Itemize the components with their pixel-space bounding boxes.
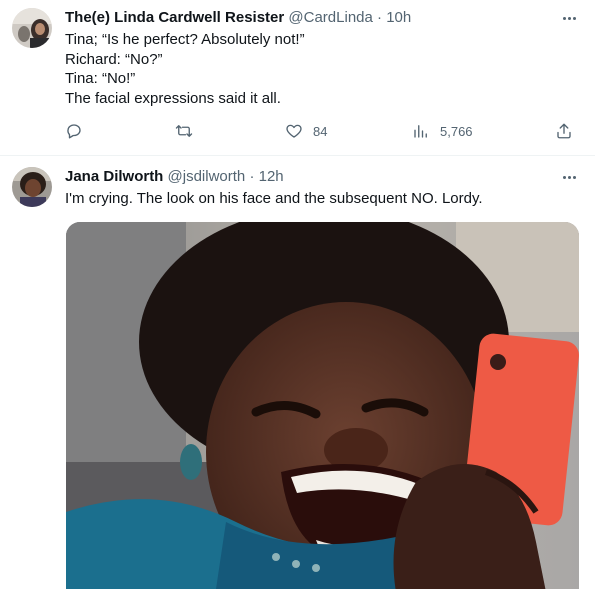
- tweet-text: I'm crying. The look on his face and the…: [65, 190, 483, 207]
- views-button[interactable]: 5,766: [412, 120, 473, 142]
- tweet-text-line: Richard: “No?”: [65, 50, 163, 68]
- user-handle[interactable]: @CardLinda: [288, 9, 372, 26]
- tweet-text-line: Tina: “No!”: [65, 70, 136, 87]
- more-options-icon[interactable]: [558, 167, 580, 187]
- reply-icon: [67, 124, 81, 139]
- like-button[interactable]: 84: [285, 120, 327, 142]
- share-icon: [557, 123, 571, 139]
- tweet-text-line: Tina; “Is he perfect? Absolutely not!”: [65, 31, 305, 48]
- views-icon: [414, 125, 427, 138]
- separator: ·: [249, 168, 255, 185]
- tweet-media-image[interactable]: [66, 222, 579, 589]
- more-options-icon[interactable]: [558, 8, 580, 28]
- tweet-actions: 84 5,766: [62, 120, 582, 142]
- display-name[interactable]: The(e) Linda Cardwell Resister: [65, 9, 284, 26]
- avatar[interactable]: [12, 167, 52, 207]
- timestamp[interactable]: 10h: [386, 9, 411, 26]
- user-handle[interactable]: @jsdilworth: [168, 168, 246, 185]
- avatar-image: [12, 167, 52, 207]
- retweet-button[interactable]: [175, 120, 193, 142]
- avatar-image: [12, 8, 52, 48]
- tweet-text-line: The facial expressions said it all.: [65, 89, 281, 107]
- retweet-icon: [175, 125, 193, 137]
- views-count: 5,766: [440, 123, 473, 139]
- reply-button[interactable]: [65, 120, 83, 142]
- tweet-header: The(e) Linda Cardwell Resister @CardLind…: [65, 8, 411, 28]
- tweet-1[interactable]: The(e) Linda Cardwell Resister @CardLind…: [0, 0, 595, 155]
- avatar[interactable]: [12, 8, 52, 48]
- like-count: 84: [313, 123, 328, 139]
- separator: ·: [377, 9, 383, 26]
- tweet-header: Jana Dilworth @jsdilworth · 12h: [65, 167, 284, 187]
- laughing-woman-photo: [66, 222, 579, 589]
- tweet-text: Tina; “Is he perfect? Absolutely not!” R…: [65, 30, 305, 108]
- timestamp[interactable]: 12h: [259, 168, 284, 185]
- display-name[interactable]: Jana Dilworth: [65, 168, 163, 185]
- share-button[interactable]: [555, 120, 573, 142]
- heart-icon: [286, 124, 302, 138]
